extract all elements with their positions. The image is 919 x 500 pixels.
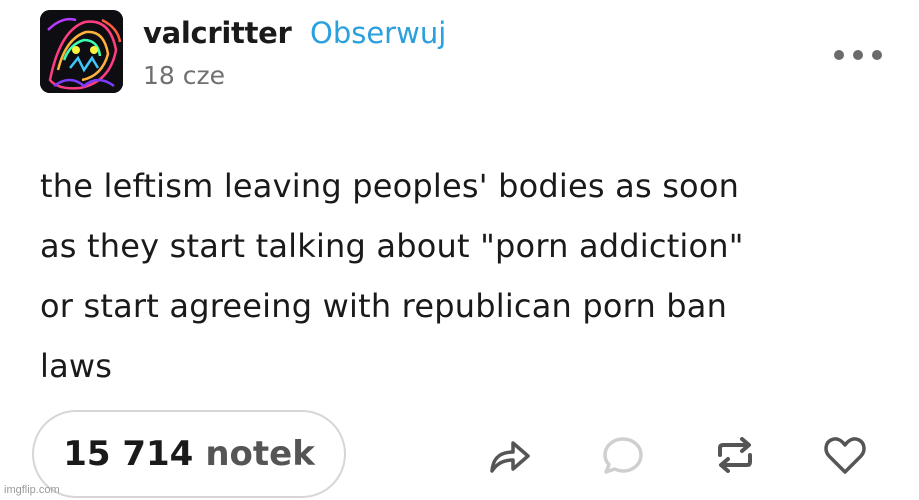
avatar[interactable]: [40, 10, 123, 93]
post-body-text: the leftism leaving peoples' bodies as s…: [40, 167, 744, 385]
more-dot-icon: [834, 50, 844, 60]
notes-button[interactable]: 15 714 notek: [32, 410, 346, 498]
more-dot-icon: [853, 50, 863, 60]
heart-icon: [824, 437, 866, 474]
follow-button[interactable]: Obserwuj: [310, 14, 446, 52]
more-dot-icon: [872, 50, 882, 60]
reblog-icon: [718, 437, 752, 473]
notes-count: 15 714: [63, 434, 194, 474]
more-options-button[interactable]: [834, 44, 882, 66]
share-button[interactable]: [484, 430, 534, 480]
avatar-art: [40, 10, 123, 93]
reply-icon: [603, 437, 643, 474]
like-button[interactable]: [820, 430, 870, 480]
share-icon: [490, 441, 530, 473]
reply-button[interactable]: [598, 430, 648, 480]
reblog-button[interactable]: [710, 430, 760, 480]
watermark: imgflip.com: [4, 484, 60, 496]
username[interactable]: valcritter: [143, 14, 292, 52]
post-date: 18 cze: [143, 61, 226, 90]
notes-label: notek: [205, 434, 315, 474]
